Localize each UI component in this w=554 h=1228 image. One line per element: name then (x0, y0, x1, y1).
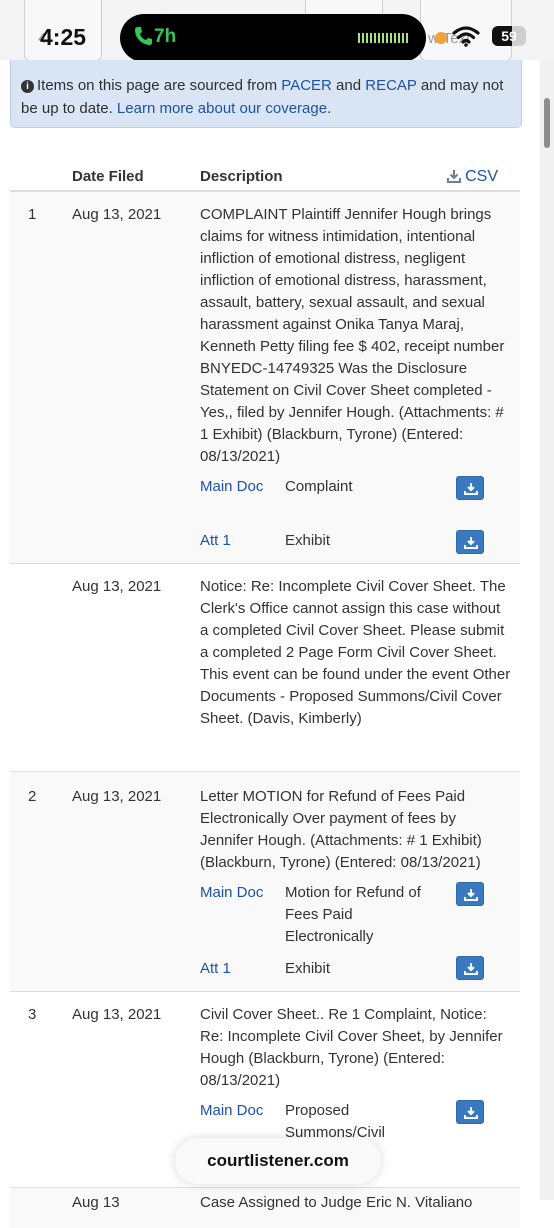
audio-waveform-icon (358, 33, 410, 43)
download-icon (464, 889, 478, 901)
notice-text: Items on this page are sourced from (37, 77, 282, 94)
docket-entry-row: Aug 13 Case Assigned to Judge Eric N. Vi… (10, 1188, 520, 1228)
status-time: 4:25 (40, 24, 87, 50)
coverage-link[interactable]: Learn more about our coverage (117, 100, 327, 117)
document-description: Complaint (285, 478, 353, 495)
scrollbar-thumb[interactable] (544, 98, 550, 148)
download-button[interactable] (456, 1100, 484, 1124)
entry-description: Case Assigned to Judge Eric N. Vitaliano (200, 1194, 473, 1211)
download-icon (464, 963, 478, 975)
coverage-notice: i Items on this page are sourced from PAC… (10, 60, 522, 128)
url-pill[interactable]: courtlistener.com (175, 1138, 381, 1184)
attachment-link[interactable]: Att 1 (200, 530, 270, 552)
entry-number: 2 (28, 788, 37, 805)
download-button[interactable] (456, 956, 484, 980)
entry-description: Notice: Re: Incomplete Civil Cover Sheet… (200, 578, 511, 727)
entry-date-filed: Aug 13, 2021 (72, 788, 162, 805)
entry-description: COMPLAINT Plaintiff Jennifer Hough bring… (200, 206, 505, 465)
notice-and-text: and (331, 77, 366, 94)
entry-date-filed: Aug 13, 2021 (72, 206, 162, 223)
entry-number: 1 (28, 206, 37, 223)
wifi-icon (452, 26, 480, 47)
recap-link[interactable]: RECAP (365, 77, 416, 94)
entry-number: 3 (28, 1006, 37, 1023)
battery-percent: 59 (501, 28, 517, 44)
privacy-indicator-dot (435, 32, 447, 44)
header-description: Description (200, 168, 283, 185)
docket-entry-row: 1 Aug 13, 2021 COMPLAINT Plaintiff Jenni… (10, 192, 520, 564)
download-button[interactable] (456, 882, 484, 906)
csv-label: CSV (465, 168, 498, 185)
document-description: Motion for Refund of Fees Paid Electroni… (285, 884, 421, 945)
csv-download-link[interactable]: CSV (447, 168, 498, 186)
document-description: Exhibit (285, 532, 331, 549)
download-icon (464, 1107, 478, 1119)
scrollbar[interactable] (540, 60, 554, 1200)
main-doc-link[interactable]: Main Doc (200, 882, 270, 904)
main-doc-link[interactable]: Main Doc (200, 476, 270, 498)
call-duration: 7h (154, 26, 177, 47)
download-button[interactable] (456, 476, 484, 500)
header-date-filed: Date Filed (72, 168, 144, 185)
entry-description: Letter MOTION for Refund of Fees Paid El… (200, 788, 482, 871)
docket-entry-row: Aug 13, 2021 Notice: Re: Incomplete Civi… (10, 564, 520, 772)
download-icon (447, 170, 462, 183)
docket-table-header: Date Filed Description CSV (10, 160, 520, 192)
entry-date-filed: Aug 13, 2021 (72, 578, 162, 595)
dynamic-island[interactable]: 7h (120, 14, 426, 62)
download-icon (464, 483, 478, 495)
docket-entry-row: 2 Aug 13, 2021 Letter MOTION for Refund … (10, 772, 520, 992)
pacer-link[interactable]: PACER (281, 77, 332, 94)
entry-description: Civil Cover Sheet.. Re 1 Complaint, Noti… (200, 1006, 503, 1089)
battery-indicator: 59 (492, 26, 526, 46)
main-doc-link[interactable]: Main Doc (200, 1100, 270, 1122)
info-icon: i (21, 80, 34, 93)
entry-date-filed: Aug 13 (72, 1194, 120, 1211)
download-button[interactable] (456, 530, 484, 554)
document-description: Exhibit (285, 960, 331, 977)
phone-icon (135, 27, 152, 45)
entry-date-filed: Aug 13, 2021 (72, 1006, 162, 1023)
download-icon (464, 537, 478, 549)
attachment-link[interactable]: Att 1 (200, 958, 270, 980)
